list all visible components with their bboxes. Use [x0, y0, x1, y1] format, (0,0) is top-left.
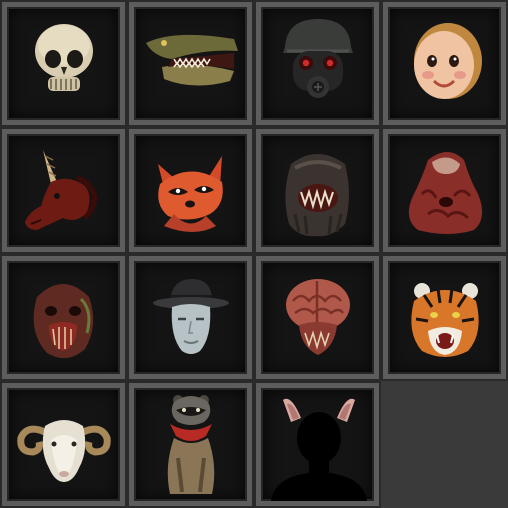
crocodile-mask-icon — [146, 34, 238, 86]
cartoon-fox-mask-icon — [158, 156, 223, 232]
mask-slot-cartoon-fox[interactable] — [127, 127, 254, 254]
mask-slot-ram[interactable] — [0, 381, 127, 508]
exposed-brain-mask-icon — [286, 279, 350, 355]
mask-slot-doll-face[interactable] — [381, 0, 508, 127]
fedora-man-mask-icon — [153, 279, 229, 354]
mask-slot-tiger[interactable] — [381, 254, 508, 381]
mask-inventory-grid — [0, 0, 508, 508]
mask-slot-raccoon[interactable] — [127, 381, 254, 508]
skull-mask-icon — [35, 24, 93, 91]
mask-slot-flesh-blob[interactable] — [381, 127, 508, 254]
gas-mask-helmet-icon — [283, 19, 353, 98]
mask-slot-cat-ears-silhouette[interactable] — [254, 381, 381, 508]
mask-slot-exposed-brain[interactable] — [254, 254, 381, 381]
unicorn-mask-icon — [25, 150, 98, 230]
tiger-mask-icon — [411, 283, 479, 357]
ram-mask-icon — [17, 420, 111, 482]
mask-slot-skull[interactable] — [0, 0, 127, 127]
mask-slot-fedora-man[interactable] — [127, 254, 254, 381]
mask-slot-gas-mask[interactable] — [254, 0, 381, 127]
doll-face-mask-icon — [414, 23, 482, 99]
mask-slot-rotten-zombie[interactable] — [0, 254, 127, 381]
mask-slot-fanged-monster[interactable] — [254, 127, 381, 254]
cat-ears-silhouette-icon — [271, 398, 367, 501]
raccoon-scarf-mask-icon — [167, 395, 215, 494]
flesh-blob-mask-icon — [408, 152, 483, 234]
rotten-zombie-mask-icon — [33, 284, 94, 359]
mask-slot-crocodile[interactable] — [127, 0, 254, 127]
empty-slot — [383, 383, 506, 506]
fanged-monster-mask-icon — [285, 154, 349, 237]
mask-slot-unicorn[interactable] — [0, 127, 127, 254]
